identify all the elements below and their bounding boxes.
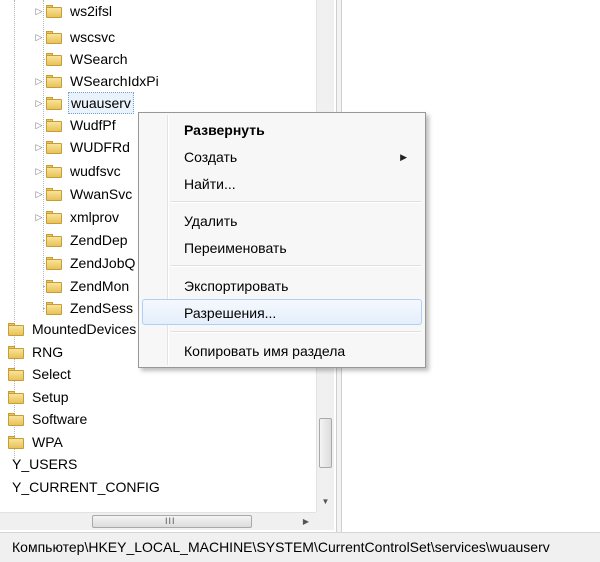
folder-icon — [8, 346, 24, 359]
context-menu: Развернуть Создать ▶ Найти... Удалить Пе… — [138, 112, 426, 368]
tree-item-label: WSearchIdxPi — [70, 73, 159, 89]
menu-separator — [171, 331, 421, 333]
menu-item-copy-key-name[interactable]: Копировать имя раздела — [142, 337, 422, 363]
menu-item-permissions[interactable]: Разрешения... — [142, 299, 422, 325]
scrollbar-corner — [316, 512, 334, 530]
expand-arrow-icon[interactable]: ▷ — [34, 206, 44, 228]
expand-arrow-icon[interactable]: ▷ — [34, 136, 44, 158]
folder-icon — [46, 188, 62, 201]
expand-arrow-icon[interactable]: ▷ — [34, 70, 44, 92]
folder-icon — [8, 436, 24, 449]
tree-item-label: wudfsvc — [70, 163, 121, 179]
folder-icon — [46, 97, 62, 110]
menu-item-delete[interactable]: Удалить — [142, 207, 422, 233]
tree-item-label: WudfPf — [70, 117, 116, 133]
tree-item-label: WSearch — [70, 51, 128, 67]
tree-item-label: Select — [32, 366, 71, 382]
menu-separator — [171, 265, 421, 267]
expand-arrow-icon[interactable]: ▷ — [34, 183, 44, 205]
menu-item-label: Создать — [184, 149, 238, 165]
status-bar: Компьютер\HKEY_LOCAL_MACHINE\SYSTEM\Curr… — [0, 532, 600, 562]
tree-item-label: wscsvc — [70, 29, 116, 45]
expand-arrow-icon[interactable]: ▷ — [34, 92, 44, 114]
menu-item-label: Найти... — [184, 176, 236, 192]
folder-icon — [46, 31, 62, 44]
folder-icon — [46, 5, 62, 18]
menu-item-label: Переименовать — [184, 240, 287, 256]
menu-item-label: Копировать имя раздела — [184, 343, 346, 359]
scrollbar-thumb[interactable] — [319, 418, 332, 468]
menu-item-find[interactable]: Найти... — [142, 170, 422, 196]
tree-item-label: ws2ifsl — [70, 3, 113, 19]
tree-item-label: ZendSess — [70, 300, 134, 316]
folder-icon — [46, 165, 62, 178]
menu-item-expand[interactable]: Развернуть — [142, 116, 422, 142]
tree-item-label: wuauserv — [68, 92, 134, 114]
tree-item-label: MountedDevices — [32, 321, 137, 337]
menu-item-export[interactable]: Экспортировать — [142, 272, 422, 298]
expand-arrow-icon[interactable]: ▷ — [34, 0, 44, 22]
menu-item-label: Экспортировать — [184, 278, 289, 294]
tree-item-label: ZendDep — [70, 232, 128, 248]
folder-icon — [8, 368, 24, 381]
menu-item-rename[interactable]: Переименовать — [142, 234, 422, 260]
menu-separator — [171, 201, 421, 203]
expand-arrow-icon[interactable]: ▷ — [34, 114, 44, 136]
scrollbar-grip-icon: III — [165, 516, 176, 526]
tree-item-label: Software — [32, 411, 88, 427]
tree-item-label: WwanSvc — [70, 186, 133, 202]
tree-item-label: Y_USERS — [12, 456, 78, 472]
folder-icon — [46, 234, 62, 247]
scroll-down-arrow-icon[interactable]: ▼ — [317, 494, 334, 510]
folder-icon — [46, 75, 62, 88]
folder-icon — [46, 211, 62, 224]
menu-item-new[interactable]: Создать ▶ — [142, 143, 422, 169]
tree-item-label: xmlprov — [70, 209, 120, 225]
menu-item-label: Удалить — [184, 213, 238, 229]
tree-item-label: Y_CURRENT_CONFIG — [12, 479, 160, 495]
menu-item-label: Развернуть — [184, 122, 265, 138]
folder-icon — [46, 302, 62, 315]
status-bar-path: Компьютер\HKEY_LOCAL_MACHINE\SYSTEM\Curr… — [12, 539, 550, 555]
tree-item-label: RNG — [32, 344, 64, 360]
folder-icon — [46, 141, 62, 154]
tree-item-label: ZendMon — [70, 278, 130, 294]
expand-arrow-icon[interactable]: ▷ — [34, 26, 44, 48]
tree-horizontal-scrollbar[interactable]: III ▶ — [0, 512, 334, 530]
tree-item-label: WUDFRd — [70, 139, 130, 155]
folder-icon — [8, 323, 24, 336]
tree-item-label: ZendJobQ — [70, 255, 136, 271]
folder-icon — [46, 119, 62, 132]
scroll-right-arrow-icon[interactable]: ▶ — [298, 513, 314, 530]
expand-arrow-icon[interactable]: ▷ — [34, 160, 44, 182]
tree-item-label: Setup — [32, 389, 69, 405]
folder-icon — [46, 280, 62, 293]
folder-icon — [8, 391, 24, 404]
submenu-arrow-icon: ▶ — [400, 152, 407, 162]
menu-item-label: Разрешения... — [184, 305, 277, 321]
folder-icon — [46, 53, 62, 66]
folder-icon — [8, 413, 24, 426]
folder-icon — [46, 257, 62, 270]
scrollbar-thumb[interactable]: III — [92, 515, 252, 528]
tree-item-label: WPA — [32, 434, 63, 450]
